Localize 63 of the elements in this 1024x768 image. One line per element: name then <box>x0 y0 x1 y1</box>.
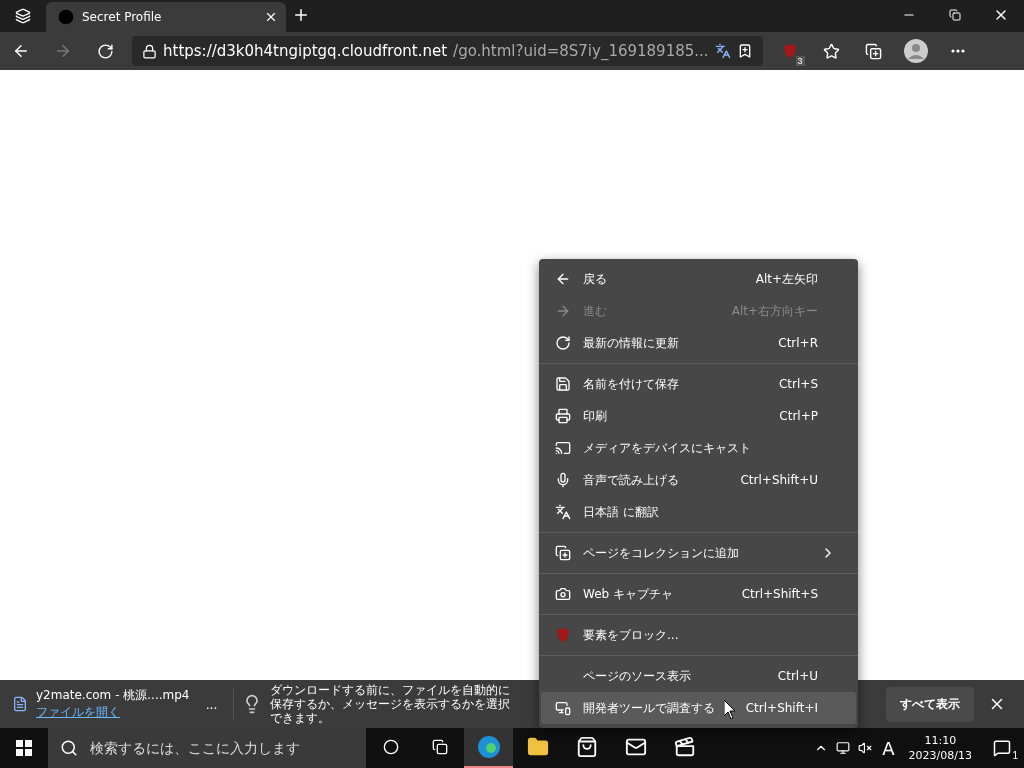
menu-item[interactable]: 最新の情報に更新 Ctrl+R <box>541 327 856 359</box>
taskbar-search-field[interactable]: 検索するには、ここに入力します <box>48 728 366 768</box>
search-icon <box>60 739 78 757</box>
menu-item[interactable]: メディアをデバイスにキャスト <box>541 432 856 464</box>
ime-indicator[interactable]: A <box>876 737 901 759</box>
lock-icon <box>142 43 157 59</box>
favicon-icon <box>58 9 74 25</box>
menu-item[interactable]: 開発者ツールで調査する Ctrl+Shift+I <box>541 692 856 724</box>
refresh-icon <box>555 335 571 351</box>
more-icon <box>950 49 965 53</box>
mouse-cursor-icon <box>724 700 736 719</box>
download-file-name: y2mate.com - 桃源....mp4 <box>36 687 190 704</box>
printer-icon <box>555 408 571 424</box>
menu-item[interactable]: 日本語 に翻訳 <box>541 496 856 528</box>
menu-item[interactable]: 戻る Alt+左矢印 <box>541 263 856 295</box>
open-file-link[interactable]: ファイルを開く <box>36 704 190 721</box>
restore-icon <box>949 9 961 21</box>
devtools-icon <box>555 700 571 716</box>
menu-item[interactable]: ページのソース表示 Ctrl+U <box>541 660 856 692</box>
menu-item[interactable]: Web キャプチャ Ctrl+Shift+S <box>541 578 856 610</box>
extension-button[interactable]: 3 <box>774 36 805 66</box>
menu-item[interactable]: 印刷 Ctrl+P <box>541 400 856 432</box>
avatar-icon <box>903 39 928 63</box>
collection-add-icon <box>555 545 571 561</box>
notification-button[interactable]: 1 <box>980 733 1024 763</box>
file-icon <box>12 696 28 712</box>
microphone-icon <box>555 472 571 488</box>
windows-logo-icon <box>16 740 32 756</box>
refresh-icon <box>96 42 114 60</box>
camera-icon <box>555 586 571 602</box>
translate-icon <box>555 504 571 520</box>
tab-title: Secret Profile <box>82 10 163 24</box>
menu-item[interactable]: 音声で読み上げる Ctrl+Shift+U <box>541 464 856 496</box>
save-icon <box>555 376 571 392</box>
url-path: /go.html?uid=8S7iy_169189185... <box>453 42 709 60</box>
cast-icon <box>555 440 571 456</box>
menu-item[interactable]: 要素をブロック... <box>541 619 856 651</box>
download-message: ダウンロードする前に、ファイルを自動的に保存するか、メッセージを表示するかを選択できます。 <box>270 683 512 725</box>
notification-count: 1 <box>1011 750 1019 761</box>
circle-icon <box>382 739 399 755</box>
url-host: https://d3k0h4tngiptgq.cloudfront.net <box>163 42 448 60</box>
taskbar-clock[interactable]: 11:10 2023/08/13 <box>900 733 980 763</box>
address-field[interactable]: https://d3k0h4tngiptgq.cloudfront.net /go.html?uid=8S7iy_169189185... <box>132 36 763 66</box>
close-icon[interactable] <box>264 10 278 24</box>
shield-icon <box>555 627 571 643</box>
browser-taskbar-icon[interactable] <box>464 728 513 768</box>
extension-badge: 3 <box>795 56 805 66</box>
menu-item[interactable]: 名前を付けて保存 Ctrl+S <box>541 368 856 400</box>
forward-arrow-icon <box>54 42 72 60</box>
more-options-button[interactable]: ... <box>197 689 226 719</box>
menu-item[interactable]: ページをコレクションに追加 <box>541 537 856 569</box>
collection-add-icon <box>865 42 883 60</box>
volume-muted-icon <box>858 741 873 755</box>
shield-icon <box>781 43 798 59</box>
show-all-button[interactable]: すべて表示 <box>886 686 974 722</box>
network-icon <box>836 741 851 755</box>
notification-icon <box>993 739 1011 757</box>
search-field[interactable]: 検索するには、ここに入力します <box>88 739 354 757</box>
star-icon <box>823 42 841 60</box>
task-view-icon <box>431 739 448 755</box>
translate-icon[interactable] <box>714 43 731 59</box>
plus-icon <box>292 6 310 24</box>
browser-tab[interactable]: Secret Profile <box>46 2 286 32</box>
